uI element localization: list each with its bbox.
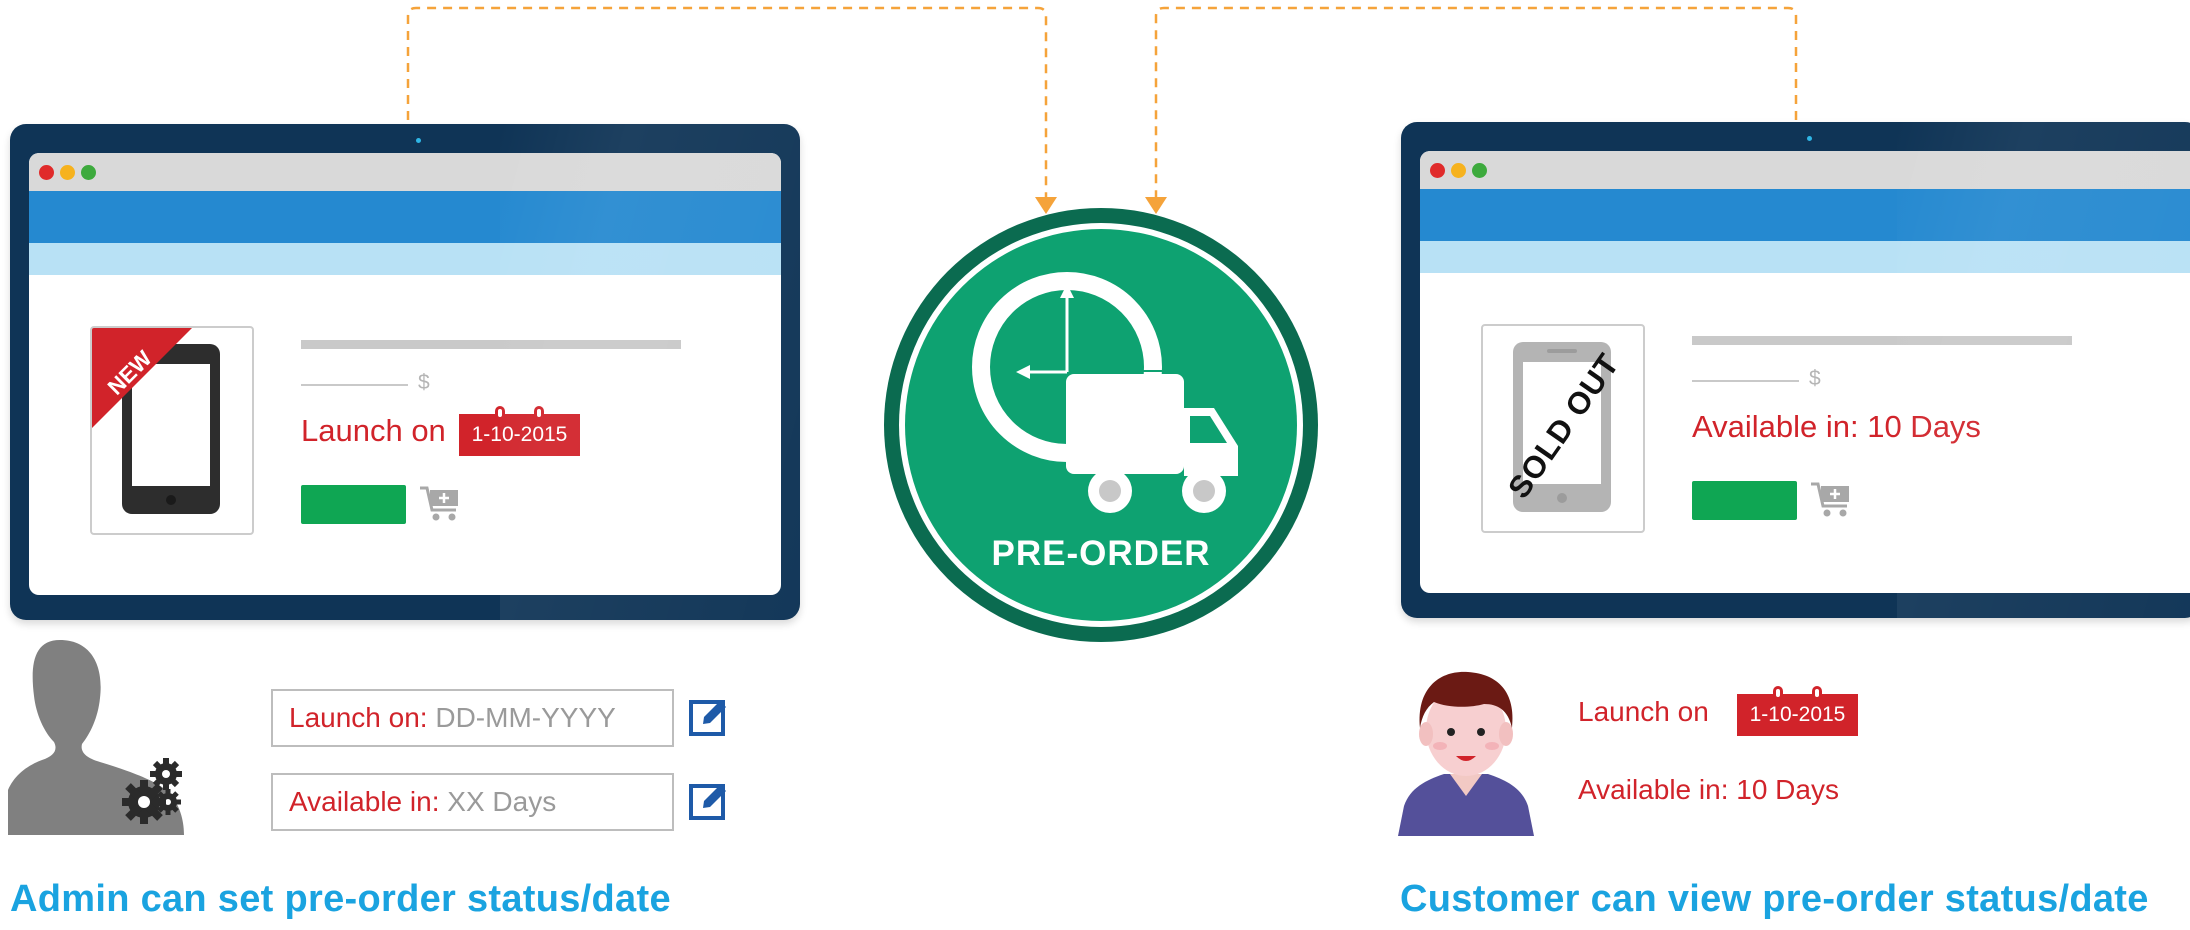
browser-header-bar (29, 191, 781, 243)
cart-add-icon[interactable] (418, 483, 464, 523)
price-symbol: $ (418, 371, 430, 394)
available-days-field[interactable]: Available in: XX Days (271, 773, 674, 831)
price-symbol: $ (1809, 367, 1821, 390)
add-to-cart-button[interactable] (301, 485, 406, 524)
browser-titlebar (1420, 151, 2190, 189)
customer-launch-date-chip: 1-10-2015 (1737, 686, 1858, 736)
launch-date-chip: 1-10-2015 (459, 406, 580, 456)
product-title-placeholder (1692, 336, 2072, 345)
tablet-camera (416, 138, 421, 143)
product-image[interactable]: NEW (90, 326, 254, 535)
launch-field-label: Launch on: (289, 702, 428, 733)
product-image[interactable]: SOLD OUT (1481, 324, 1645, 533)
pre-order-label: PRE-ORDER (991, 534, 1211, 573)
product-title-placeholder (301, 340, 681, 349)
close-dot[interactable] (39, 165, 54, 180)
browser-header-bar (1420, 189, 2190, 241)
available-field-placeholder: XX Days (447, 786, 557, 817)
edit-icon[interactable] (689, 780, 729, 822)
minimize-dot[interactable] (1451, 163, 1466, 178)
admin-screen: NEW $ Launch on 1-10-2015 (29, 153, 781, 595)
price-placeholder (301, 384, 408, 386)
launch-field-placeholder: DD-MM-YYYY (435, 702, 616, 733)
maximize-dot[interactable] (1472, 163, 1487, 178)
launch-date: 1-10-2015 (471, 423, 568, 446)
minimize-dot[interactable] (60, 165, 75, 180)
pre-order-button[interactable] (1692, 481, 1797, 520)
maximize-dot[interactable] (81, 165, 96, 180)
customer-screen: SOLD OUT $ Available in: 10 Days (1420, 151, 2190, 593)
customer-launch-label: Launch on (1578, 696, 1709, 727)
admin-tablet: NEW $ Launch on 1-10-2015 (10, 124, 800, 620)
pre-order-emblem (884, 208, 1318, 642)
tablet-camera (1807, 136, 1812, 141)
pre-order-badge: PRE-ORDER (884, 208, 1318, 642)
customer-caption: Customer can view pre-order status/date (1400, 878, 2149, 920)
available-in-text: Available in: 10 Days (1692, 409, 1981, 444)
customer-available-label: Available in: 10 Days (1578, 774, 1839, 805)
customer-avatar-icon (1398, 671, 1534, 836)
browser-subheader-bar (29, 243, 781, 275)
price-placeholder (1692, 380, 1799, 382)
launch-date-field[interactable]: Launch on: DD-MM-YYYY (271, 689, 674, 747)
cart-add-icon[interactable] (1809, 479, 1855, 519)
admin-user-icon (8, 640, 184, 835)
browser-subheader-bar (1420, 241, 2190, 273)
admin-caption: Admin can set pre-order status/date (10, 878, 671, 920)
edit-icon[interactable] (689, 696, 729, 738)
close-dot[interactable] (1430, 163, 1445, 178)
phone-icon (92, 328, 220, 514)
browser-titlebar (29, 153, 781, 191)
available-field-label: Available in: (289, 786, 440, 817)
customer-launch-date: 1-10-2015 (1749, 703, 1846, 726)
customer-tablet: SOLD OUT $ Available in: 10 Days (1401, 122, 2190, 618)
launch-on-label: Launch on (301, 413, 446, 448)
